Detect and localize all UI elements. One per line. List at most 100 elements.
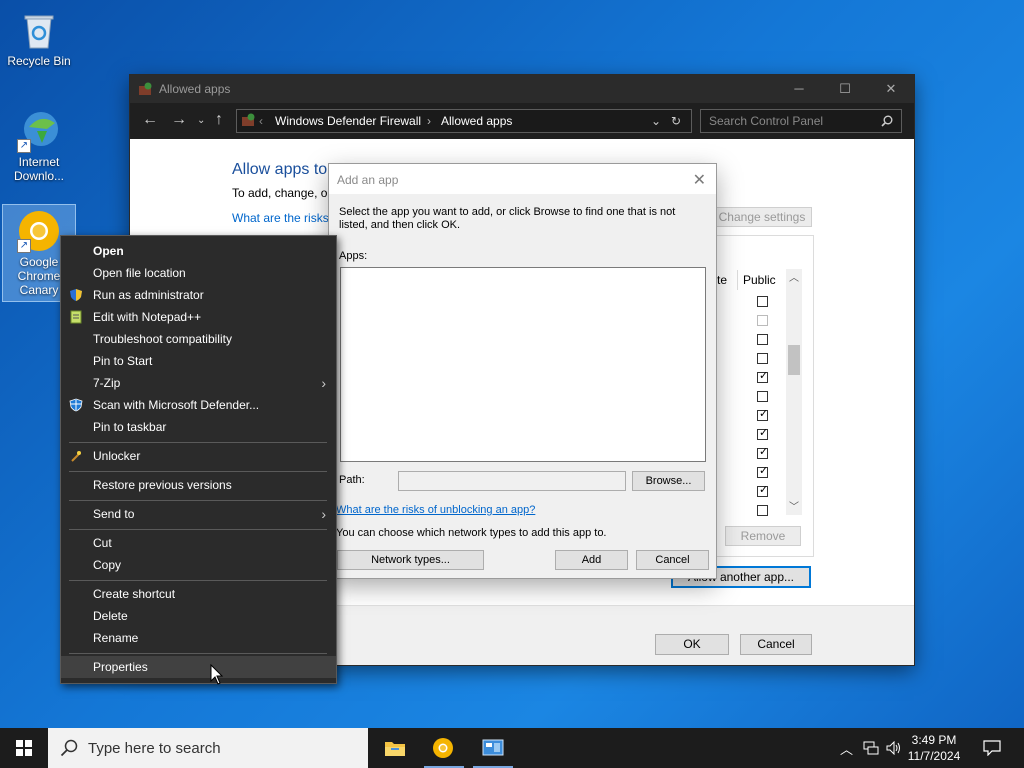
desktop-icon-label: Recycle Bin	[7, 54, 71, 68]
dialog-cancel-button[interactable]: Cancel	[636, 550, 709, 570]
menu-item-scan-with-microsoft-defender[interactable]: Scan with Microsoft Defender...	[61, 394, 336, 416]
maximize-button[interactable]: ☐	[822, 75, 868, 103]
ok-button[interactable]: OK	[655, 634, 729, 655]
close-button[interactable]: ✕	[868, 75, 914, 103]
menu-item-restore-previous-versions[interactable]: Restore previous versions	[61, 474, 336, 496]
address-bar[interactable]: ‹ Windows Defender Firewall › Allowed ap…	[236, 109, 692, 133]
show-hidden-icons-chevron-icon[interactable]: ︿	[840, 739, 853, 758]
column-header-private[interactable]: te	[717, 273, 727, 287]
page-subtext: To add, change, or	[232, 186, 332, 200]
dialog-close-icon[interactable]: ✕	[693, 170, 706, 190]
file-explorer-icon	[385, 742, 405, 756]
menu-item-delete[interactable]: Delete	[61, 605, 336, 627]
menu-separator	[69, 500, 327, 501]
volume-icon[interactable]	[886, 741, 902, 755]
public-checkbox[interactable]	[757, 296, 768, 307]
recycle-bin-icon	[17, 8, 61, 52]
back-arrow-icon[interactable]: ←	[142, 111, 158, 129]
menu-item-properties[interactable]: Properties	[61, 656, 336, 678]
idm-icon: ↗	[17, 109, 61, 153]
public-checkbox[interactable]: ✓	[757, 427, 769, 440]
checkmark-icon: ✓	[759, 446, 769, 458]
change-settings-button[interactable]: Change settings	[712, 207, 812, 227]
path-input[interactable]	[398, 471, 626, 491]
context-menu: Open Open file location Run as administr…	[60, 235, 337, 684]
start-button[interactable]	[0, 728, 48, 768]
minimize-button[interactable]: ─	[776, 75, 822, 103]
list-scrollbar[interactable]: ︿ ﹀	[786, 269, 802, 515]
chrome-canary-icon	[433, 738, 453, 758]
public-checkbox[interactable]: ✓	[757, 484, 769, 497]
column-header-public[interactable]: Public	[743, 273, 776, 287]
public-checkbox[interactable]: ✓	[757, 408, 768, 421]
risks-link[interactable]: What are the risks	[232, 211, 329, 225]
public-checkbox[interactable]: ✓	[757, 446, 769, 459]
menu-item-create-shortcut[interactable]: Create shortcut	[61, 583, 336, 605]
browse-button[interactable]: Browse...	[632, 471, 705, 491]
breadcrumb-allowed-apps[interactable]: Allowed apps	[441, 114, 512, 128]
menu-item-open[interactable]: Open	[61, 240, 336, 262]
public-checkbox[interactable]	[757, 353, 768, 364]
menu-item-cut[interactable]: Cut	[61, 532, 336, 554]
unlocker-wand-icon	[71, 451, 81, 462]
windows-logo-icon	[16, 740, 32, 756]
checkmark-icon: ✓	[759, 427, 769, 439]
search-icon	[60, 739, 78, 757]
public-checkbox[interactable]: ✓	[757, 370, 768, 383]
recent-dropdown-icon[interactable]: ⌄	[197, 115, 205, 126]
menu-item-rename[interactable]: Rename	[61, 627, 336, 649]
scroll-thumb[interactable]	[788, 345, 800, 375]
public-checkbox[interactable]	[757, 315, 768, 326]
navigation-bar: ← → ⌄ ↑ ‹ Windows Defender Firewall › Al…	[130, 103, 914, 139]
add-button[interactable]: Add	[555, 550, 628, 570]
search-control-panel-input[interactable]: Search Control Panel	[700, 109, 902, 133]
action-center-button[interactable]	[972, 728, 1012, 768]
refresh-icon[interactable]: ↻	[671, 114, 681, 128]
taskbar-clock[interactable]: 3:49 PM 11/7/2024	[904, 732, 964, 764]
menu-item-send-to[interactable]: Send to ›	[61, 503, 336, 525]
taskbar-chrome-canary[interactable]	[420, 728, 468, 768]
public-checkbox[interactable]	[757, 334, 768, 345]
cancel-button[interactable]: Cancel	[740, 634, 812, 655]
mouse-cursor-icon	[210, 664, 224, 685]
scroll-down-icon[interactable]: ﹀	[789, 498, 799, 513]
forward-arrow-icon[interactable]: →	[171, 111, 187, 129]
remove-button[interactable]: Remove	[725, 526, 801, 546]
menu-item-unlocker[interactable]: Unlocker	[61, 445, 336, 467]
breadcrumb-separator-icon: ›	[427, 114, 431, 128]
checkmark-icon: ✓	[759, 484, 769, 496]
menu-separator	[69, 529, 327, 530]
menu-item-copy[interactable]: Copy	[61, 554, 336, 576]
desktop-icon-internet-download-manager[interactable]: ↗ Internet Downlo...	[3, 105, 75, 183]
taskbar-file-explorer[interactable]	[371, 728, 419, 768]
checkmark-icon: ✓	[759, 465, 769, 477]
network-types-button[interactable]: Network types...	[337, 550, 484, 570]
desktop-icon-recycle-bin[interactable]: Recycle Bin	[3, 4, 75, 68]
add-an-app-dialog: Add an app ✕ Select the app you want to …	[329, 164, 716, 578]
menu-item-run-as-administrator[interactable]: Run as administrator	[61, 284, 336, 306]
menu-item-pin-to-taskbar[interactable]: Pin to taskbar	[61, 416, 336, 438]
public-checkbox[interactable]	[757, 505, 768, 516]
menu-item-edit-with-notepad-plus-plus[interactable]: Edit with Notepad++	[61, 306, 336, 328]
menu-separator	[69, 580, 327, 581]
scroll-up-icon[interactable]: ︿	[789, 269, 799, 284]
taskbar-search-box[interactable]: Type here to search	[48, 728, 368, 768]
menu-item-pin-to-start[interactable]: Pin to Start	[61, 350, 336, 372]
submenu-arrow-icon: ›	[321, 506, 326, 522]
public-checkbox[interactable]	[757, 391, 768, 402]
taskbar-control-panel[interactable]	[469, 728, 517, 768]
menu-item-7-zip[interactable]: 7-Zip ›	[61, 372, 336, 394]
dialog-risks-link[interactable]: What are the risks of unblocking an app?	[336, 504, 535, 516]
address-dropdown-icon[interactable]: ⌄	[651, 114, 661, 128]
network-icon[interactable]	[863, 741, 879, 755]
menu-item-open-file-location[interactable]: Open file location	[61, 262, 336, 284]
system-tray: ︿	[836, 728, 906, 768]
public-checkbox[interactable]: ✓	[757, 465, 769, 478]
window-titlebar[interactable]: Allowed apps ─ ☐ ✕	[130, 75, 914, 103]
breadcrumb-windows-defender-firewall[interactable]: Windows Defender Firewall	[275, 114, 421, 128]
apps-listbox[interactable]	[340, 267, 706, 462]
chrome-canary-icon: ↗	[17, 209, 61, 253]
dialog-titlebar[interactable]: Add an app ✕	[329, 164, 716, 194]
up-arrow-icon[interactable]: ↑	[215, 111, 223, 129]
menu-item-troubleshoot-compatibility[interactable]: Troubleshoot compatibility	[61, 328, 336, 350]
